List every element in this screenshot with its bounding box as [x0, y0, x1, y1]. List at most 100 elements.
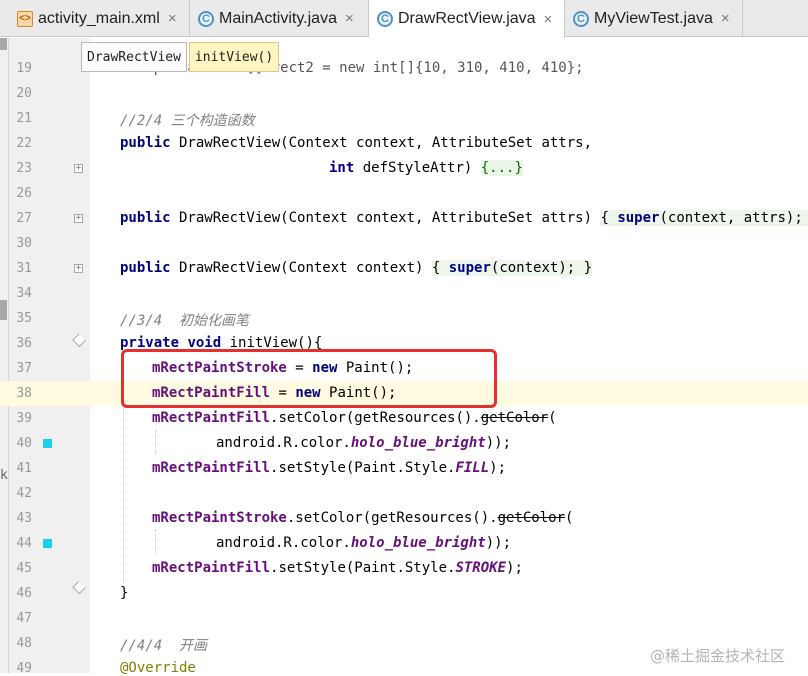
code-line-22[interactable]: public DrawRectView(Context context, Att…: [120, 135, 592, 151]
code-text: DrawRectView(Context context): [170, 260, 432, 276]
close-icon[interactable]: ×: [345, 10, 354, 27]
breadcrumb-method[interactable]: initView(): [188, 42, 280, 72]
line-number: 45: [16, 561, 32, 576]
field: mRectPaintStroke: [152, 510, 287, 526]
line-number: 22: [16, 136, 32, 151]
indent-guide: [155, 430, 156, 454]
code-text: .setStyle(Paint.Style.: [270, 560, 456, 576]
field: mRectPaintFill: [152, 410, 271, 426]
line-number: 26: [16, 186, 32, 201]
keyword: public: [120, 135, 171, 151]
keyword: public: [120, 210, 171, 226]
code-text: (: [548, 410, 557, 426]
close-icon[interactable]: ×: [168, 10, 177, 27]
static-field: FILL: [455, 460, 490, 476]
code-text: (: [565, 510, 574, 526]
code-line-31[interactable]: public DrawRectView(Context context) { s…: [120, 260, 593, 276]
code-text: DrawRectView(Context context, AttributeS…: [170, 210, 601, 226]
field: mRectPaintFill: [152, 460, 271, 476]
code-text: DrawRectView(Context context, AttributeS…: [170, 135, 593, 151]
code-text: .setStyle(Paint.Style.: [270, 460, 456, 476]
line-number: 19: [16, 61, 32, 76]
line-number: 31: [16, 261, 32, 276]
breadcrumb: DrawRectView initView(): [81, 42, 280, 72]
code-text: (context, attrs);: [659, 210, 808, 226]
tab-mainactivity-java[interactable]: C MainActivity.java ×: [190, 0, 369, 37]
field: mRectPaintFill: [152, 560, 271, 576]
code-line-27[interactable]: public DrawRectView(Context context, Att…: [120, 210, 808, 226]
line-number: 41: [16, 461, 32, 476]
breadcrumb-class[interactable]: DrawRectView: [81, 42, 187, 72]
code-text: (context);: [490, 260, 584, 276]
deprecated-method: getColor: [480, 410, 549, 426]
line-number: 21: [16, 111, 32, 126]
closing-brace[interactable]: }: [120, 585, 128, 601]
tab-label: MyViewTest.java: [594, 9, 713, 27]
keyword: public: [120, 260, 171, 276]
code-line-39[interactable]: mRectPaintFill.setColor(getResources().g…: [152, 410, 557, 426]
code-line-43[interactable]: mRectPaintStroke.setColor(getResources()…: [152, 510, 573, 526]
class-file-icon: C: [377, 11, 393, 27]
line-number: 48: [16, 636, 32, 651]
close-icon[interactable]: ×: [544, 11, 553, 28]
keyword: super: [617, 210, 660, 226]
keyword: super: [448, 260, 491, 276]
code-line-40[interactable]: android.R.color.holo_blue_bright));: [216, 435, 511, 451]
tab-label: MainActivity.java: [219, 9, 337, 27]
annotation[interactable]: @Override: [120, 660, 196, 676]
code-text: android.R.color.: [216, 435, 351, 451]
line-number: 46: [16, 586, 32, 601]
fold-expand-icon[interactable]: +: [74, 164, 83, 173]
brace: {: [431, 260, 449, 276]
tab-myviewtest-java[interactable]: C MyViewTest.java ×: [565, 0, 743, 37]
xml-file-icon: <>: [17, 10, 33, 27]
gutter-separator: [8, 38, 9, 673]
editor-gutter: [0, 38, 90, 673]
line-number: 27: [16, 211, 32, 226]
keyword: int: [329, 160, 355, 176]
code-text: defStyleAttr): [354, 160, 481, 176]
tab-label: DrawRectView.java: [398, 10, 536, 27]
code-line-45[interactable]: mRectPaintFill.setStyle(Paint.Style.STRO…: [152, 560, 523, 576]
bookmark-marker-icon[interactable]: [43, 439, 52, 448]
line-number: 37: [16, 361, 32, 376]
code-line-41[interactable]: mRectPaintFill.setStyle(Paint.Style.FILL…: [152, 460, 506, 476]
bookmark-marker-icon[interactable]: [43, 539, 52, 548]
line-number: 49: [16, 661, 32, 676]
highlight-box: [121, 349, 497, 408]
line-number: 20: [16, 86, 32, 101]
code-line-23[interactable]: int defStyleAttr) {...}: [329, 160, 523, 176]
line-number: 39: [16, 411, 32, 426]
close-icon[interactable]: ×: [721, 10, 730, 27]
brace: }: [583, 260, 593, 276]
line-number: 40: [16, 436, 32, 451]
code-comment[interactable]: //2/4 三个构造函数: [120, 110, 255, 130]
code-text: ));: [485, 535, 512, 551]
code-text: ));: [485, 435, 512, 451]
tab-label: activity_main.xml: [38, 9, 160, 27]
code-text: .setColor(getResources().: [286, 510, 498, 526]
code-comment[interactable]: //4/4 开画: [120, 635, 207, 655]
code-text: );: [489, 460, 507, 476]
folded-code-placeholder[interactable]: {...}: [480, 160, 523, 176]
code-line-44[interactable]: android.R.color.holo_blue_bright));: [216, 535, 511, 551]
brace: {: [600, 210, 618, 226]
class-file-icon: C: [573, 10, 589, 27]
fold-expand-icon[interactable]: +: [74, 214, 83, 223]
left-edge-marker: [0, 38, 7, 50]
code-comment[interactable]: //3/4 初始化画笔: [120, 310, 249, 330]
deprecated-method: getColor: [497, 510, 566, 526]
line-number: 43: [16, 511, 32, 526]
code-text: android.R.color.: [216, 535, 351, 551]
tab-drawrectview-java[interactable]: C DrawRectView.java ×: [369, 0, 565, 38]
line-number: 38: [16, 386, 32, 401]
line-number: 34: [16, 286, 32, 301]
line-number: 36: [16, 336, 32, 351]
static-field: holo_blue_bright: [350, 435, 486, 451]
indent-guide: [155, 530, 156, 554]
line-number: 47: [16, 611, 32, 626]
fold-expand-icon[interactable]: +: [74, 264, 83, 273]
line-number: 35: [16, 311, 32, 326]
tab-activity-main-xml[interactable]: <> activity_main.xml ×: [9, 0, 190, 37]
code-text: .setColor(getResources().: [270, 410, 481, 426]
